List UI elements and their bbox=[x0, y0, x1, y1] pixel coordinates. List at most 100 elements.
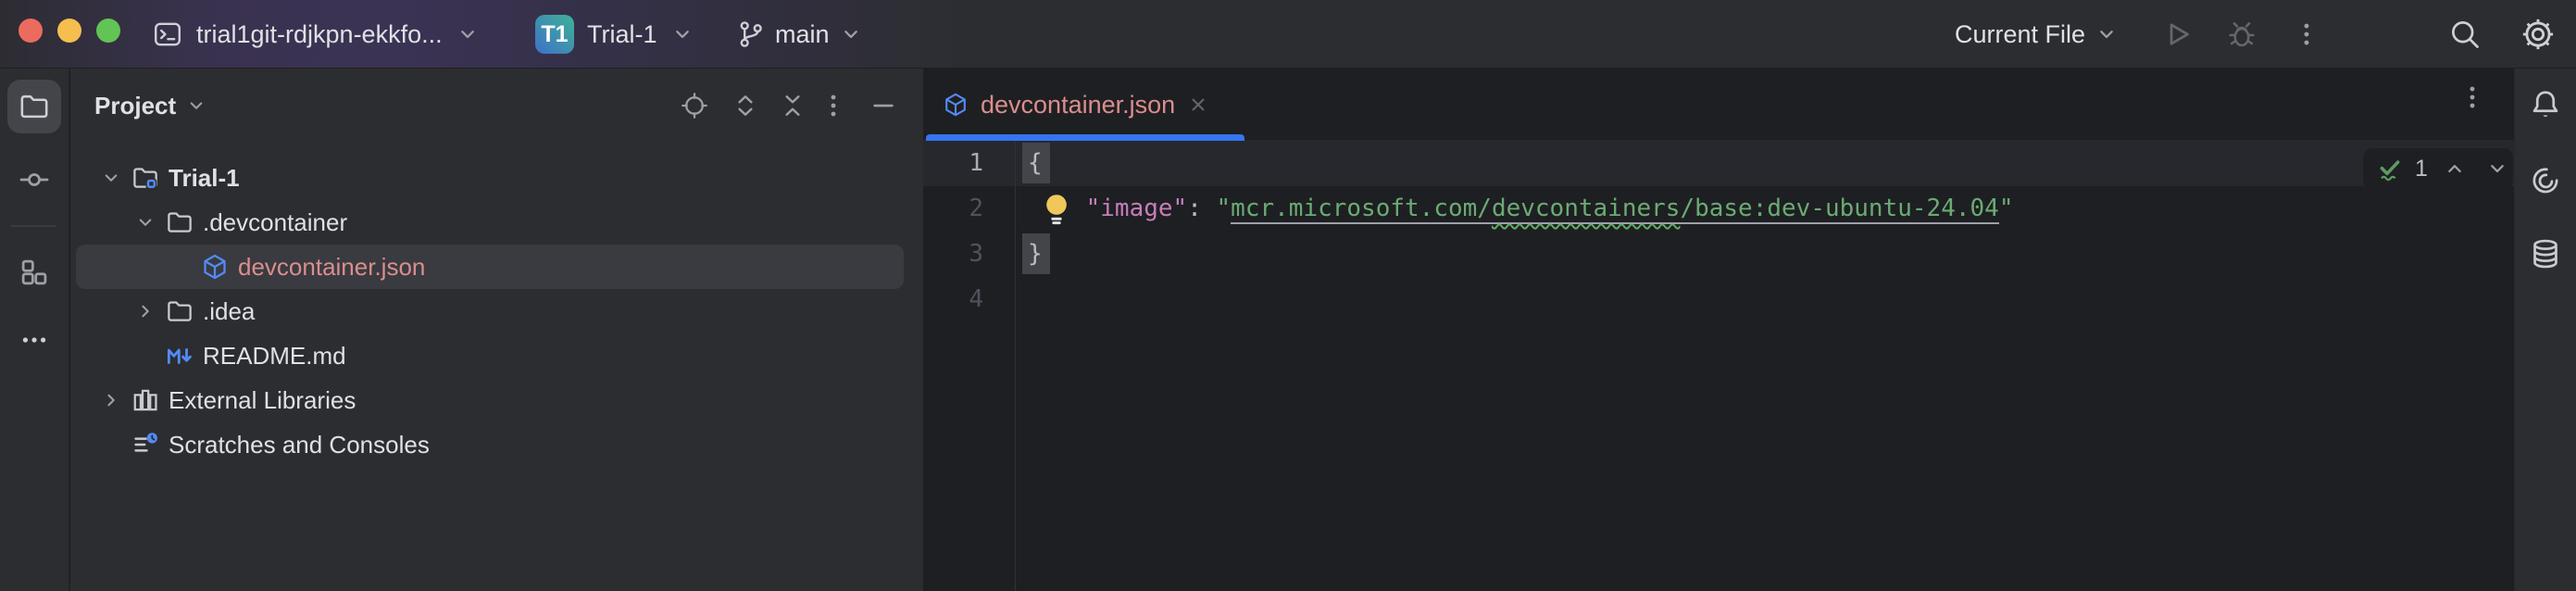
project-view-selector[interactable]: Project bbox=[94, 69, 207, 143]
devcontainer-cube-icon bbox=[201, 253, 229, 281]
project-panel-title: Project bbox=[94, 92, 176, 120]
editor-tab-devcontainer-json[interactable]: devcontainer.json bbox=[926, 69, 1226, 141]
tree-item-label: Trial-1 bbox=[169, 164, 240, 193]
bell-icon bbox=[2529, 88, 2562, 121]
chevron-down-icon bbox=[839, 22, 863, 46]
line-number: 1 bbox=[923, 141, 983, 186]
chevron-expanded-icon[interactable] bbox=[132, 209, 158, 235]
project-tool-window-button[interactable] bbox=[7, 80, 61, 133]
window-title: trial1git-rdjkpn-ekkfo... bbox=[196, 20, 443, 49]
chevron-collapsed-icon[interactable] bbox=[98, 387, 124, 413]
tree-item-label: .devcontainer bbox=[203, 208, 347, 237]
editor-pane: devcontainer.json 1 2 3 4 { "image": "mc… bbox=[923, 69, 2514, 591]
chevron-spacer bbox=[168, 254, 194, 280]
chevron-down-icon bbox=[2095, 22, 2119, 46]
tree-item-label: .idea bbox=[203, 297, 255, 326]
tree-item-label: devcontainer.json bbox=[238, 253, 425, 282]
inspection-count: 1 bbox=[2415, 156, 2428, 182]
hide-panel-icon[interactable] bbox=[869, 92, 897, 119]
gutter-separator bbox=[1015, 141, 1016, 591]
code-line-3[interactable]: } bbox=[1028, 232, 1043, 277]
string-link[interactable]: /base:dev-ubuntu-24.04 bbox=[1680, 195, 1998, 224]
ellipsis-icon bbox=[19, 325, 49, 355]
run-configuration-label: Current File bbox=[1955, 20, 2085, 49]
chevron-expanded-icon[interactable] bbox=[98, 165, 124, 191]
project-folder-icon bbox=[131, 164, 159, 192]
more-options-icon[interactable] bbox=[2293, 20, 2320, 48]
tree-item-trial-1[interactable]: Trial-1 bbox=[70, 156, 923, 200]
tree-item-devcontainer-folder[interactable]: .devcontainer bbox=[70, 200, 923, 245]
previous-problem-icon[interactable] bbox=[2443, 157, 2467, 181]
code-line-2[interactable]: "image": "mcr.microsoft.com/devcontainer… bbox=[1028, 186, 2013, 232]
close-tab-icon[interactable] bbox=[1187, 94, 1209, 116]
collapse-all-icon[interactable] bbox=[779, 92, 807, 119]
folder-icon bbox=[166, 297, 194, 325]
search-everywhere-icon[interactable] bbox=[2448, 18, 2482, 51]
intention-bulb-icon[interactable] bbox=[1041, 192, 1072, 227]
window-minimize-button[interactable] bbox=[57, 19, 81, 43]
chevron-down-icon bbox=[185, 94, 207, 117]
vcs-branch-widget[interactable]: main bbox=[736, 0, 863, 69]
chevron-spacer bbox=[132, 343, 158, 369]
tree-item-readme[interactable]: README.md bbox=[70, 333, 923, 378]
left-tool-stripe bbox=[0, 69, 69, 591]
scratches-icon bbox=[131, 431, 159, 459]
structure-icon bbox=[19, 257, 50, 288]
structure-tool-window-button[interactable] bbox=[19, 257, 50, 288]
string-typo[interactable]: devcontainers bbox=[1492, 195, 1681, 224]
project-tree: Trial-1 .devcontainer devcontai bbox=[70, 156, 923, 467]
tree-item-scratches[interactable]: Scratches and Consoles bbox=[70, 422, 923, 467]
line-number: 3 bbox=[923, 232, 983, 277]
ai-assistant-button[interactable] bbox=[2529, 164, 2562, 197]
json-colon: : bbox=[1187, 195, 1216, 222]
terminal-window-icon bbox=[152, 19, 183, 49]
ai-assistant-swirl-icon bbox=[2529, 164, 2562, 197]
chevron-down-icon bbox=[670, 22, 694, 46]
tree-item-label: README.md bbox=[203, 342, 346, 371]
expand-all-icon[interactable] bbox=[732, 92, 759, 119]
project-widget[interactable]: T1 Trial-1 bbox=[535, 0, 694, 69]
caret-line-highlight bbox=[923, 141, 2514, 186]
tree-item-external-libraries[interactable]: External Libraries bbox=[70, 378, 923, 422]
line-number: 2 bbox=[923, 186, 983, 232]
tree-item-label: External Libraries bbox=[169, 386, 356, 415]
folder-icon bbox=[19, 91, 50, 122]
notifications-button[interactable] bbox=[2529, 88, 2562, 121]
database-button[interactable] bbox=[2529, 237, 2562, 270]
settings-gear-icon[interactable] bbox=[2520, 17, 2556, 52]
window-title-widget[interactable]: trial1git-rdjkpn-ekkfo... bbox=[152, 0, 480, 69]
titlebar: trial1git-rdjkpn-ekkfo... T1 Trial-1 mai… bbox=[0, 0, 2576, 69]
string-quote: " bbox=[1999, 195, 2014, 222]
window-zoom-button[interactable] bbox=[96, 19, 120, 43]
window-close-button[interactable] bbox=[19, 19, 43, 43]
commit-icon bbox=[19, 164, 50, 195]
tree-item-label: Scratches and Consoles bbox=[169, 431, 430, 459]
tree-item-idea-folder[interactable]: .idea bbox=[70, 289, 923, 333]
run-configuration-selector[interactable]: Current File bbox=[1955, 0, 2119, 69]
more-tool-windows-button[interactable] bbox=[19, 324, 50, 356]
devcontainer-cube-icon bbox=[943, 92, 969, 118]
chevron-collapsed-icon[interactable] bbox=[132, 298, 158, 324]
run-icon[interactable] bbox=[2161, 19, 2193, 50]
stripe-divider bbox=[11, 225, 56, 227]
editor-options-icon[interactable] bbox=[2458, 83, 2486, 111]
inspection-check-icon bbox=[2376, 155, 2404, 182]
code-line-1[interactable]: { bbox=[1028, 141, 1043, 186]
tab-label: devcontainer.json bbox=[981, 91, 1175, 119]
line-number: 4 bbox=[923, 277, 983, 322]
json-key: "image" bbox=[1086, 195, 1188, 222]
next-problem-icon[interactable] bbox=[2485, 157, 2509, 181]
string-link[interactable]: mcr.microsoft.com/ bbox=[1231, 195, 1492, 224]
inspections-widget[interactable]: 1 bbox=[2363, 148, 2513, 189]
panel-options-icon[interactable] bbox=[819, 92, 847, 119]
active-tab-indicator bbox=[926, 134, 1244, 141]
debug-icon[interactable] bbox=[2226, 19, 2257, 50]
string-quote: " bbox=[1217, 195, 1232, 222]
project-avatar-badge: T1 bbox=[535, 15, 574, 54]
commit-tool-window-button[interactable] bbox=[19, 164, 50, 195]
select-opened-file-icon[interactable] bbox=[681, 92, 708, 119]
project-panel: Project bbox=[70, 69, 923, 591]
libraries-icon bbox=[131, 386, 159, 414]
markdown-file-icon bbox=[166, 342, 194, 370]
tree-item-devcontainer-json[interactable]: devcontainer.json bbox=[70, 245, 923, 289]
